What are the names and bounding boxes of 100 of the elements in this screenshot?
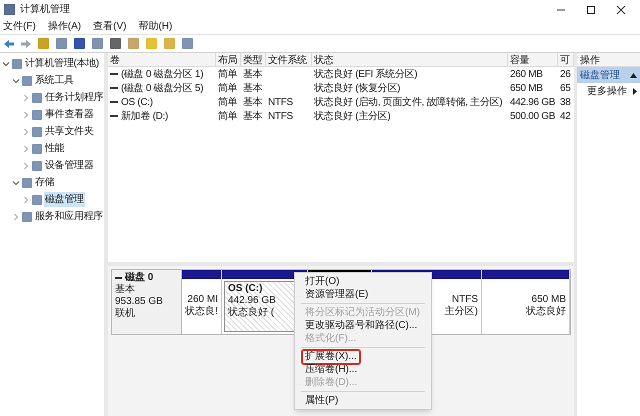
window-title: 计算机管理 [20, 2, 71, 17]
back-arrow-icon[interactable] [3, 38, 15, 48]
toolbar-icon[interactable] [74, 38, 85, 49]
partition-label: 状态良! [185, 306, 218, 318]
partition-label: 442.96 GB [228, 295, 276, 306]
forward-arrow-icon[interactable] [20, 38, 32, 48]
submenu-arrow-icon [633, 88, 637, 94]
expand-icon[interactable] [22, 196, 30, 204]
node-icon [32, 160, 42, 170]
table-cell-text: NTFS [268, 110, 293, 124]
table-cell-text: 基本 [243, 110, 262, 124]
tree-item[interactable]: 存储 [34, 175, 56, 190]
expand-icon[interactable] [22, 162, 30, 170]
context-menu-item[interactable]: 属性(P) [303, 394, 340, 406]
table-cell-text: 26 [560, 68, 571, 82]
partition-label: 状态良好 [526, 306, 566, 318]
table-cell-text: 基本 [243, 82, 262, 96]
table-cell-text: 简单 [218, 82, 238, 96]
node-icon [32, 194, 42, 204]
table-cell-text: 简单 [218, 110, 238, 124]
toolbar-icon[interactable] [128, 38, 139, 49]
partition-label: OS (C:) [228, 283, 262, 295]
tree-item[interactable]: 磁盘管理 [44, 192, 85, 207]
table-cell-text: 基本 [243, 96, 262, 110]
table-cell-text: 简单 [218, 96, 238, 110]
tree-item[interactable]: 设备管理器 [44, 158, 95, 173]
tree-item[interactable]: 系统工具 [34, 73, 75, 88]
expand-icon[interactable] [12, 212, 20, 220]
table-cell-text: 442.96 GB [510, 96, 556, 110]
toolbar-icon[interactable] [182, 38, 193, 49]
toolbar-icon[interactable] [110, 38, 121, 49]
table-cell-text: (磁盘 0 磁盘分区 1) [121, 68, 204, 82]
column-header[interactable]: 布局 [216, 53, 241, 66]
node-icon [22, 178, 32, 188]
maximize-icon[interactable] [586, 4, 596, 14]
table-cell-text: 42 [560, 110, 571, 124]
table-cell-text: 状态良好 (启动, 页面文件, 故障转储, 主分区) [314, 96, 502, 110]
app-icon [4, 4, 15, 15]
table-cell-text: 状态良好 (恢复分区) [314, 82, 400, 96]
tree-item[interactable]: 事件查看器 [44, 107, 95, 122]
action-item[interactable]: 更多操作 [577, 83, 640, 99]
expand-icon[interactable] [22, 110, 30, 118]
menu-item[interactable]: 帮助(H) [138, 19, 172, 34]
expand-icon[interactable] [22, 94, 30, 102]
table-cell-text: NTFS [268, 96, 293, 110]
column-header[interactable]: 可 [558, 53, 574, 66]
column-header[interactable]: 类型 [241, 53, 266, 66]
context-menu-item[interactable]: 压缩卷(H)... [303, 364, 360, 376]
table-cell-text: 65 [560, 82, 571, 96]
node-icon [32, 126, 42, 136]
partition-label: 状态良好 ( [228, 307, 274, 319]
close-icon[interactable] [616, 4, 626, 14]
node-icon [32, 110, 42, 120]
table-cell-text: (磁盘 0 磁盘分区 5) [121, 82, 204, 96]
tree-item[interactable]: 共享文件夹 [44, 124, 95, 139]
table-cell-text: 500.00 GB [510, 110, 556, 124]
table-cell-text: OS (C:) [121, 96, 153, 110]
tree-item[interactable]: 服务和应用程序 [34, 209, 104, 224]
tree-item[interactable]: 任务计划程序 [44, 90, 104, 105]
collapse-triangle-icon[interactable] [630, 72, 637, 78]
collapse-icon[interactable] [12, 178, 20, 186]
column-header[interactable]: 状态 [312, 53, 508, 66]
partition-label: NTFS [452, 294, 478, 306]
toolbar-icon[interactable] [38, 38, 49, 49]
table-cell-text: 260 MB [510, 68, 543, 82]
toolbar-icon[interactable] [92, 38, 103, 49]
table-cell-text: 38 [560, 96, 571, 110]
disk-partition[interactable]: 650 MB 状态良好 [482, 270, 570, 334]
menu-item[interactable]: 查看(V) [93, 19, 126, 34]
node-icon [32, 92, 42, 102]
tree-item[interactable]: 性能 [44, 141, 66, 156]
table-cell-text: 状态良好 (EFI 系统分区) [314, 68, 418, 82]
disk-info: 953.85 GB [115, 296, 164, 308]
expand-icon[interactable] [22, 128, 30, 136]
expand-icon[interactable] [22, 144, 30, 152]
column-header[interactable]: 文件系统 [266, 53, 312, 66]
table-cell-text: 新加卷 (D:) [121, 110, 168, 124]
toolbar-icon[interactable] [56, 38, 67, 49]
column-header[interactable]: 卷 [108, 53, 216, 66]
menu-item[interactable]: 操作(A) [48, 19, 82, 34]
table-cell-text: 状态良好 (主分区) [314, 110, 390, 124]
action-section[interactable]: 磁盘管理 [577, 67, 640, 83]
table-cell-text: 650 MB [510, 82, 543, 96]
collapse-icon[interactable] [12, 76, 20, 84]
partition-label: 260 MI [187, 294, 218, 306]
node-icon [22, 212, 32, 222]
tree-item[interactable]: 计算机管理(本地) [24, 56, 100, 71]
node-icon [22, 76, 32, 86]
disk-info: 基本 [115, 284, 136, 296]
panel-title: 操作 [577, 53, 640, 67]
context-menu-item[interactable]: 扩展卷(X)... [303, 350, 359, 362]
disk-partition[interactable]: 260 MI 状态良! [182, 270, 222, 334]
column-header[interactable]: 容量 [508, 53, 558, 66]
partition-label: 650 MB [532, 294, 566, 306]
disk-name: 磁盘 0 [125, 272, 154, 284]
node-icon [12, 58, 22, 68]
collapse-icon[interactable] [2, 60, 10, 68]
table-cell-text: 基本 [243, 68, 262, 82]
table-cell-text: 简单 [218, 68, 238, 82]
menu-item[interactable]: 文件(F) [3, 19, 36, 34]
